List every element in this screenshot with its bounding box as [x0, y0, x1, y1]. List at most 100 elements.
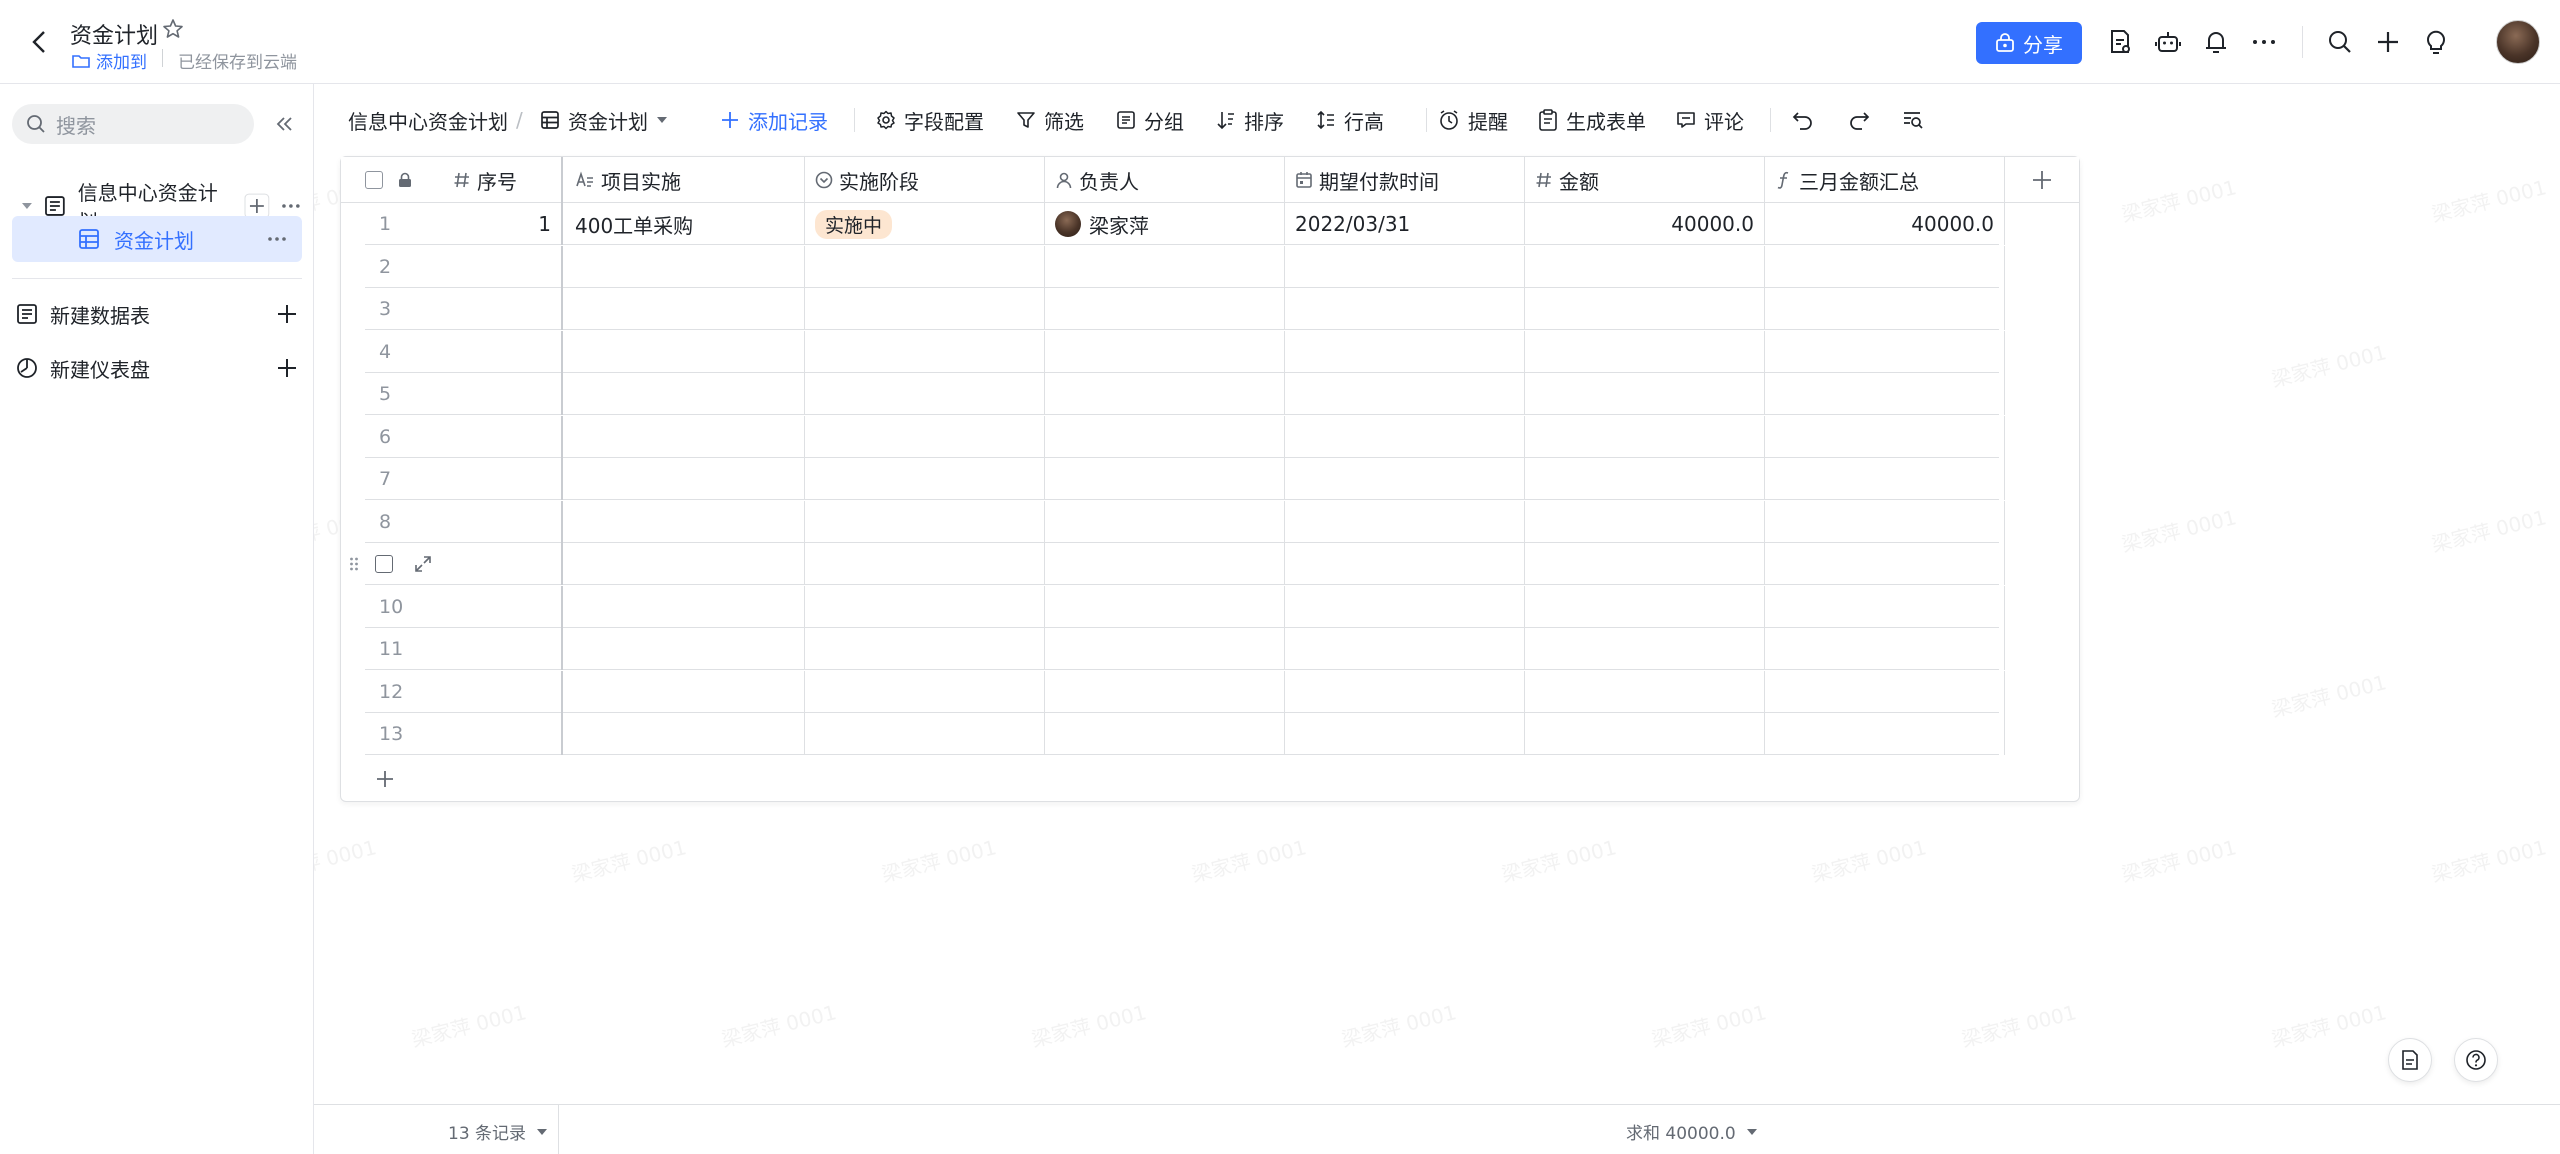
row-height-button[interactable]: 行高 [1316, 106, 1384, 134]
table-cell[interactable] [443, 543, 563, 585]
row-number[interactable]: 1 [365, 203, 443, 245]
help-button[interactable] [2454, 1038, 2498, 1082]
sidebar-item-new-dashboard[interactable]: 新建仪表盘 [12, 346, 302, 390]
table-cell[interactable] [1045, 585, 1285, 628]
table-cell[interactable] [1525, 670, 1765, 713]
table-cell[interactable] [1045, 628, 1285, 670]
more-icon[interactable] [280, 195, 302, 217]
table-cell[interactable] [1525, 288, 1765, 330]
sidebar-item-table[interactable]: 资金计划 [12, 216, 302, 262]
plus-icon[interactable] [2374, 28, 2402, 56]
table-cell[interactable] [1525, 245, 1765, 288]
table-cell[interactable] [1045, 415, 1285, 458]
notification-bell-icon[interactable] [2202, 28, 2230, 56]
column-header-project[interactable]: 项目实施 [565, 157, 805, 203]
row-number[interactable]: 8 [365, 501, 443, 543]
comment-button[interactable]: 评论 [1676, 106, 1744, 134]
table-cell[interactable]: 实施中 [805, 203, 1045, 245]
table-cell[interactable] [1285, 330, 1525, 373]
undo-button[interactable] [1792, 106, 1814, 134]
table-cell[interactable] [1285, 628, 1525, 670]
table-row[interactable]: 8 [365, 500, 2005, 543]
table-cell[interactable] [1285, 288, 1525, 330]
table-cell[interactable] [443, 415, 563, 458]
table-cell[interactable] [1285, 373, 1525, 415]
table-cell[interactable] [1045, 458, 1285, 500]
table-row[interactable]: 13 [365, 713, 2005, 755]
table-cell[interactable]: 梁家萍 [1045, 203, 1285, 245]
table-cell[interactable] [1525, 458, 1765, 500]
table-cell[interactable]: 400工单采购 [565, 203, 805, 245]
add-row-button[interactable] [365, 759, 405, 799]
column-header-amount[interactable]: 金额 [1525, 157, 1765, 203]
group-button[interactable]: 分组 [1116, 106, 1184, 134]
row-number[interactable]: 2 [365, 246, 443, 288]
table-cell[interactable] [565, 585, 805, 628]
sidebar-search-input[interactable]: 搜索 [12, 104, 254, 144]
column-header-owner[interactable]: 负责人 [1045, 157, 1285, 203]
table-cell[interactable] [805, 415, 1045, 458]
table-cell[interactable] [1765, 713, 2005, 755]
row-number[interactable]: 6 [365, 416, 443, 458]
table-cell[interactable] [565, 373, 805, 415]
row-number[interactable]: 10 [365, 586, 443, 628]
column-header-march-total[interactable]: 三月金额汇总 [1765, 157, 2005, 203]
table-cell[interactable] [443, 585, 563, 628]
table-cell[interactable] [1285, 500, 1525, 543]
table-cell[interactable] [443, 713, 563, 755]
table-row[interactable]: 7 [365, 458, 2005, 500]
more-icon[interactable] [2250, 28, 2278, 56]
doc-outline-button[interactable] [2388, 1038, 2432, 1082]
table-cell[interactable] [565, 713, 805, 755]
table-cell[interactable] [1525, 628, 1765, 670]
table-cell[interactable] [805, 585, 1045, 628]
table-cell[interactable] [565, 670, 805, 713]
generate-form-button[interactable]: 生成表单 [1538, 106, 1646, 134]
row-number[interactable] [350, 543, 443, 585]
table-cell[interactable] [805, 628, 1045, 670]
table-cell[interactable] [1045, 500, 1285, 543]
table-cell[interactable] [1765, 500, 2005, 543]
table-cell[interactable] [1525, 500, 1765, 543]
table-row[interactable]: 11 [365, 628, 2005, 670]
robot-icon[interactable] [2154, 28, 2182, 56]
table-cell[interactable] [805, 288, 1045, 330]
table-cell[interactable]: 40000.0 [1765, 203, 2005, 245]
table-cell[interactable] [443, 458, 563, 500]
add-column-button[interactable] [2005, 157, 2079, 203]
table-row[interactable] [350, 543, 2005, 585]
table-row[interactable]: 5 [365, 373, 2005, 415]
plus-icon[interactable] [276, 303, 298, 325]
field-config-button[interactable]: 字段配置 [876, 106, 984, 134]
table-cell[interactable] [1285, 415, 1525, 458]
table-cell[interactable] [443, 628, 563, 670]
table-cell[interactable] [1765, 670, 2005, 713]
table-cell[interactable] [1045, 288, 1285, 330]
row-number[interactable]: 4 [365, 331, 443, 373]
drag-handle-icon[interactable] [349, 556, 359, 572]
table-cell[interactable] [1525, 713, 1765, 755]
table-cell[interactable] [1285, 245, 1525, 288]
table-cell[interactable] [1045, 713, 1285, 755]
table-cell[interactable] [1765, 373, 2005, 415]
table-cell[interactable] [1045, 245, 1285, 288]
table-cell[interactable] [805, 500, 1045, 543]
doc-info-icon[interactable] [2106, 28, 2134, 56]
more-icon[interactable] [266, 228, 288, 250]
table-row[interactable]: 6 [365, 415, 2005, 458]
table-cell[interactable] [1045, 670, 1285, 713]
table-cell[interactable] [1765, 628, 2005, 670]
user-avatar[interactable] [2496, 20, 2540, 64]
table-cell[interactable] [1765, 245, 2005, 288]
table-cell[interactable] [1525, 415, 1765, 458]
filter-button[interactable]: 筛选 [1016, 106, 1084, 134]
column-header-stage[interactable]: 实施阶段 [805, 157, 1045, 203]
lightbulb-icon[interactable] [2422, 28, 2450, 56]
table-cell[interactable] [565, 500, 805, 543]
table-cell[interactable] [565, 245, 805, 288]
column-header-date[interactable]: 期望付款时间 [1285, 157, 1525, 203]
favorite-star-icon[interactable] [162, 18, 184, 40]
table-cell[interactable] [805, 373, 1045, 415]
table-cell[interactable] [1045, 543, 1285, 585]
back-button[interactable] [26, 28, 54, 56]
